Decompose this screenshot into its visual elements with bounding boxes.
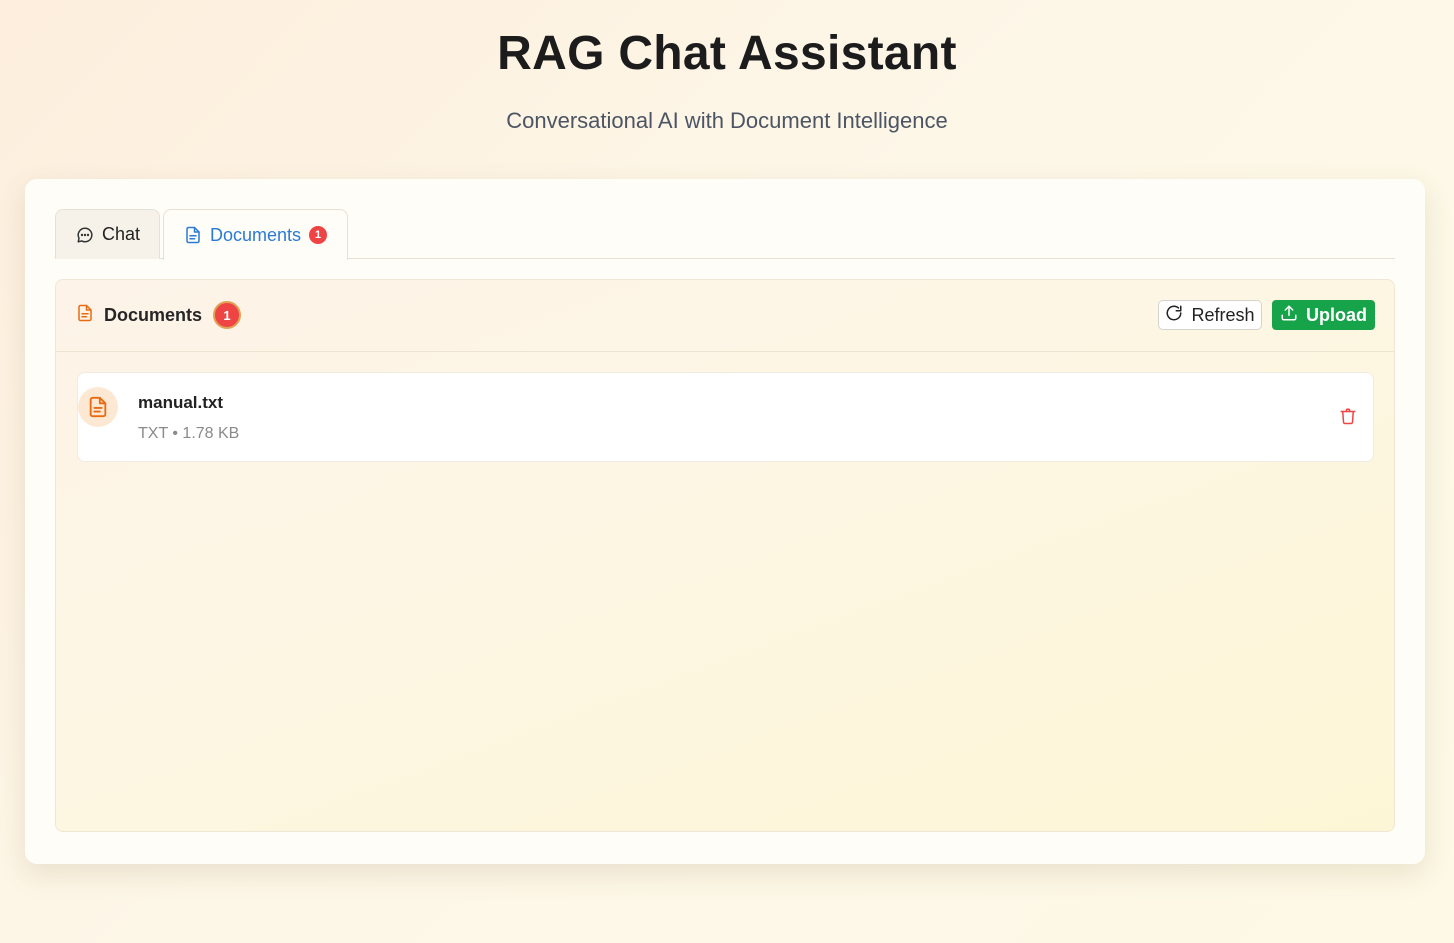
main-card: Chat Documents 1 Documents 1 Refresh Upl… bbox=[25, 179, 1425, 864]
tab-chat-label: Chat bbox=[102, 224, 141, 244]
tab-chat[interactable]: Chat bbox=[55, 209, 160, 259]
page-subtitle: Conversational AI with Document Intellig… bbox=[506, 108, 948, 133]
refresh-icon bbox=[1165, 304, 1183, 327]
upload-icon bbox=[1280, 304, 1298, 327]
delete-button[interactable] bbox=[1338, 408, 1358, 428]
refresh-button[interactable]: Refresh bbox=[1158, 300, 1262, 330]
document-name: manual.txt bbox=[138, 393, 224, 412]
document-meta: TXT • 1.78 KB bbox=[138, 425, 240, 442]
trash-icon bbox=[1339, 407, 1357, 430]
tab-documents[interactable]: Documents 1 bbox=[163, 209, 348, 260]
refresh-button-label: Refresh bbox=[1191, 304, 1255, 325]
documents-panel-title: Documents 1 bbox=[76, 301, 242, 329]
tab-documents-label: Documents bbox=[210, 224, 302, 245]
tab-bar: Chat Documents 1 bbox=[55, 209, 1395, 260]
list-item[interactable]: manual.txt TXT • 1.78 KB bbox=[77, 372, 1374, 462]
page-title: RAG Chat Assistant bbox=[497, 27, 957, 80]
tab-documents-badge: 1 bbox=[309, 226, 327, 244]
upload-button-label: Upload bbox=[1306, 304, 1367, 325]
file-icon bbox=[78, 387, 118, 427]
documents-count-badge: 1 bbox=[213, 301, 242, 329]
documents-panel-header: Documents 1 Refresh Upload bbox=[56, 280, 1394, 352]
document-icon bbox=[76, 304, 94, 327]
document-icon bbox=[184, 226, 202, 244]
upload-button[interactable]: Upload bbox=[1272, 300, 1375, 330]
documents-panel: Documents 1 Refresh Upload manual.txt TX… bbox=[55, 279, 1395, 832]
documents-panel-title-label: Documents bbox=[104, 304, 203, 325]
chat-bubble-icon bbox=[76, 226, 94, 244]
